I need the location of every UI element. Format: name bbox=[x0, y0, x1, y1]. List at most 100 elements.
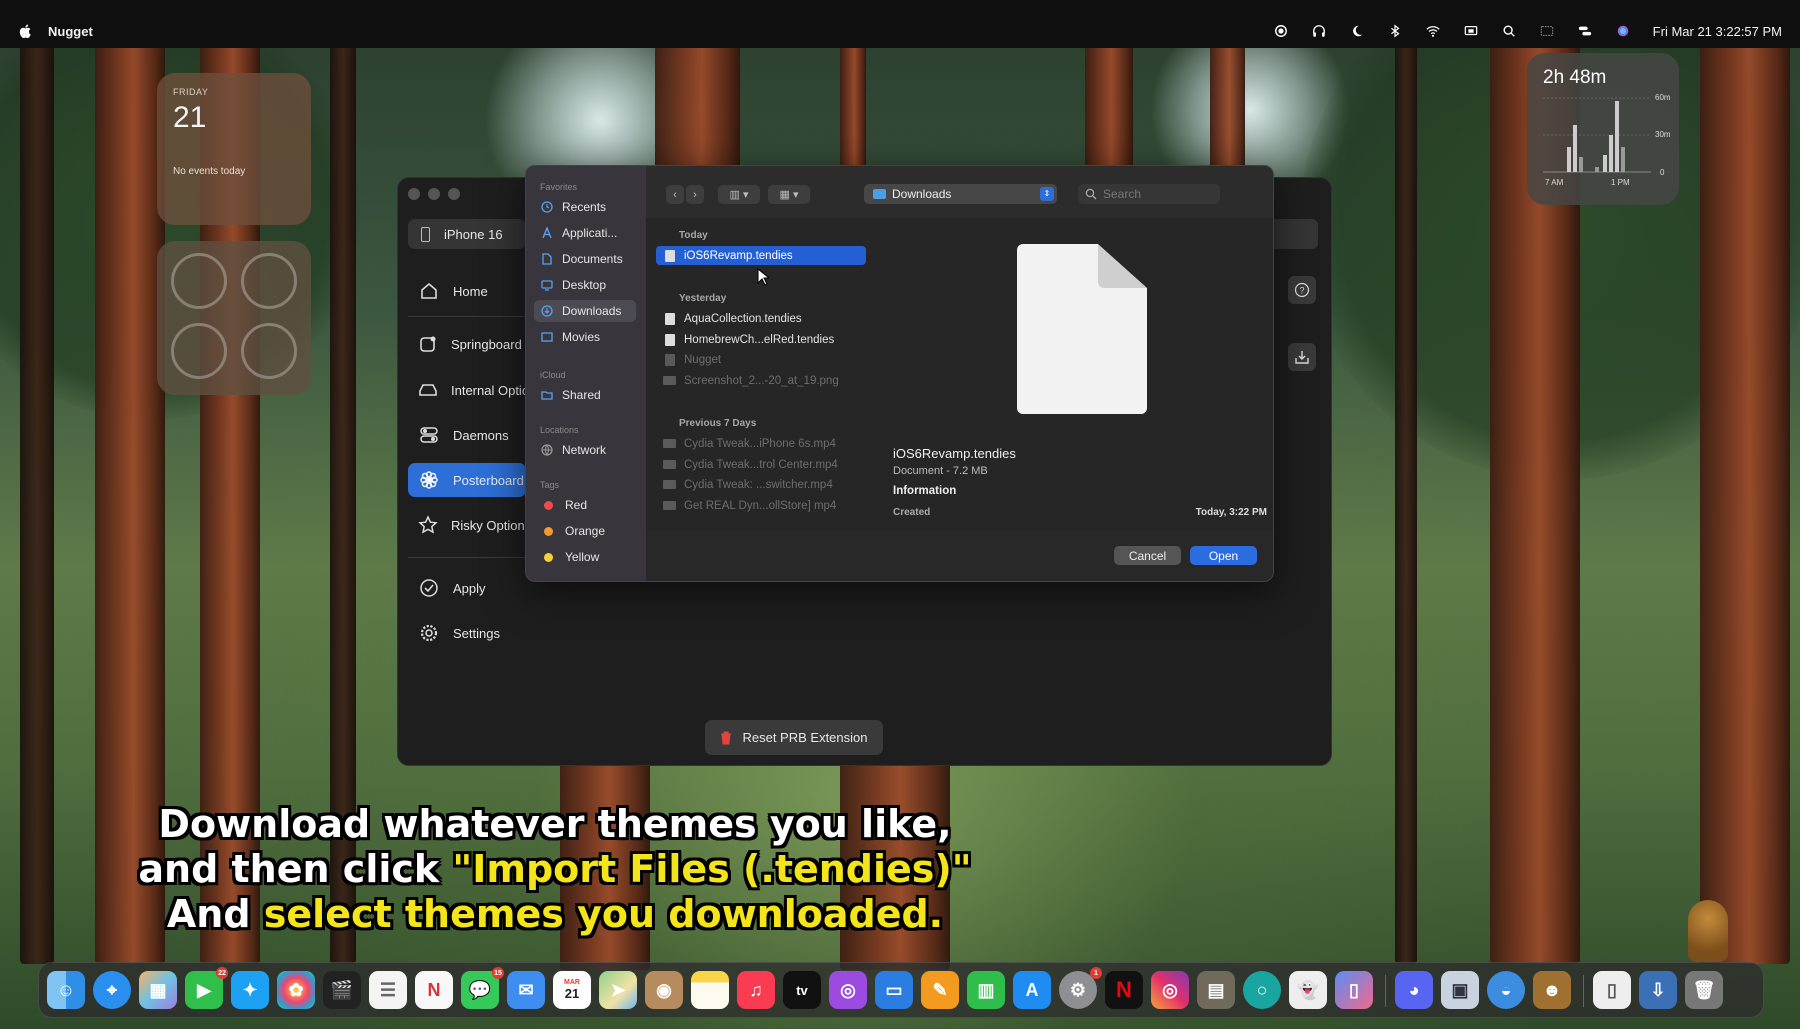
active-app-name[interactable]: Nugget bbox=[48, 24, 93, 39]
sidebar-item-network[interactable]: Network bbox=[534, 439, 636, 461]
screen-mirroring-icon[interactable] bbox=[1463, 24, 1479, 38]
back-button[interactable]: ‹ bbox=[666, 185, 684, 204]
downloads-stack-icon[interactable]: ⇩ bbox=[1639, 971, 1677, 1009]
keynote-icon[interactable]: ▭ bbox=[875, 971, 913, 1009]
view-grid-button[interactable]: ▦ ▾ bbox=[768, 185, 810, 204]
star-icon bbox=[418, 514, 438, 536]
batteries-widget[interactable] bbox=[157, 241, 311, 395]
headphones-icon[interactable] bbox=[1311, 24, 1327, 38]
sidebar-item-movies[interactable]: Movies bbox=[534, 326, 636, 348]
notes-icon[interactable] bbox=[691, 971, 729, 1009]
sidebar-item-downloads[interactable]: Downloads bbox=[534, 300, 636, 322]
netflix-icon[interactable]: N bbox=[1105, 971, 1143, 1009]
file-item[interactable]: HomebrewCh...elRed.tendies bbox=[656, 330, 866, 349]
cancel-button[interactable]: Cancel bbox=[1114, 546, 1181, 565]
sidebar-label: Orange bbox=[565, 524, 606, 538]
file-item[interactable]: AquaCollection.tendies bbox=[656, 309, 866, 328]
sidebar-tag-yellow[interactable]: Yellow bbox=[534, 546, 636, 568]
sidebar-label: Movies bbox=[562, 330, 601, 344]
iphone-mirroring-icon[interactable]: ▯ bbox=[1335, 971, 1373, 1009]
nav-apply[interactable]: Apply bbox=[408, 571, 526, 605]
import-button[interactable] bbox=[1288, 343, 1316, 371]
nav-home[interactable]: Home bbox=[408, 274, 526, 308]
contacts-icon[interactable]: ◉ bbox=[645, 971, 683, 1009]
display-icon[interactable] bbox=[1539, 24, 1555, 38]
focus-moon-icon[interactable] bbox=[1349, 24, 1365, 38]
sidebar-item-desktop[interactable]: Desktop bbox=[534, 274, 636, 296]
window-zoom-button[interactable] bbox=[448, 188, 460, 200]
device-selector[interactable]: iPhone 16 bbox=[408, 219, 526, 249]
podcasts-icon[interactable]: ◎ bbox=[829, 971, 867, 1009]
siri-icon[interactable] bbox=[1615, 24, 1631, 38]
window-minimize-button[interactable] bbox=[428, 188, 440, 200]
apple-tv-icon[interactable]: tv bbox=[783, 971, 821, 1009]
launchpad-icon[interactable]: ▦ bbox=[139, 971, 177, 1009]
sidebar-tag-red[interactable]: Red bbox=[534, 494, 636, 516]
circle-app-icon[interactable]: ○ bbox=[1243, 971, 1281, 1009]
file-name: AquaCollection.tendies bbox=[684, 312, 802, 325]
nav-risky-options[interactable]: Risky Options bbox=[408, 508, 526, 542]
menu-bar-clock[interactable]: Fri Mar 21 3:22:57 PM bbox=[1653, 24, 1782, 39]
nav-posterboard[interactable]: Posterboard bbox=[408, 463, 526, 497]
document-stack-icon[interactable]: ▯ bbox=[1593, 971, 1631, 1009]
calendar-icon[interactable]: MAR 21 bbox=[553, 971, 591, 1009]
news-icon[interactable]: N bbox=[415, 971, 453, 1009]
bluetooth-icon[interactable] bbox=[1387, 24, 1403, 38]
nav-internal-options[interactable]: Internal Options bbox=[408, 373, 526, 407]
window-close-button[interactable] bbox=[408, 188, 420, 200]
safari-icon[interactable]: ⌖ bbox=[93, 971, 131, 1009]
instagram-icon[interactable]: ◎ bbox=[1151, 971, 1189, 1009]
spotlight-search-icon[interactable] bbox=[1501, 24, 1517, 38]
open-file-dialog: Favorites Recents Applicati... Documents… bbox=[525, 165, 1274, 582]
trash-icon[interactable]: 🗑 bbox=[1685, 971, 1723, 1009]
app-store-icon[interactable]: A bbox=[1013, 971, 1051, 1009]
music-icon[interactable]: ♫ bbox=[737, 971, 775, 1009]
maps-icon[interactable]: ➤ bbox=[599, 971, 637, 1009]
qt-app-icon[interactable]: ◒ bbox=[1487, 971, 1525, 1009]
finder-icon[interactable]: ☺ bbox=[47, 971, 85, 1009]
twitter-icon[interactable]: ✦ bbox=[231, 971, 269, 1009]
app-icon bbox=[665, 353, 675, 366]
preview-app-icon[interactable]: ▣ bbox=[1441, 971, 1479, 1009]
numbers-icon[interactable]: ▥ bbox=[967, 971, 1005, 1009]
nugget-app-icon[interactable]: ☻ bbox=[1533, 971, 1571, 1009]
group-header-yesterday: Yesterday bbox=[679, 293, 727, 304]
nav-settings[interactable]: Settings bbox=[408, 616, 526, 650]
snapchat-icon[interactable]: 👻 bbox=[1289, 971, 1327, 1009]
screen-time-widget[interactable]: 2h 48m 60m 30m 0 7 AM 1 PM bbox=[1527, 53, 1679, 205]
sidebar-tag-orange[interactable]: Orange bbox=[534, 520, 636, 542]
discord-icon[interactable]: ◕ bbox=[1395, 971, 1433, 1009]
pages-icon[interactable]: ✎ bbox=[921, 971, 959, 1009]
system-settings-icon[interactable]: ⚙ 1 bbox=[1059, 967, 1102, 1009]
mascot-figure bbox=[1688, 900, 1728, 962]
photos-icon[interactable]: ✿ bbox=[277, 971, 315, 1009]
facetime-icon[interactable]: ▶ 22 bbox=[185, 967, 228, 1009]
view-columns-button[interactable]: ▥ ▾ bbox=[718, 185, 760, 204]
search-field[interactable]: Search bbox=[1078, 184, 1220, 204]
mail-icon[interactable]: ✉ bbox=[507, 971, 545, 1009]
sidebar-item-documents[interactable]: Documents bbox=[534, 248, 636, 270]
forward-button[interactable]: › bbox=[686, 185, 704, 204]
open-button[interactable]: Open bbox=[1190, 546, 1257, 565]
preview-created-label: Created bbox=[893, 507, 931, 518]
wifi-icon[interactable] bbox=[1425, 24, 1441, 38]
file-item-selected[interactable]: iOS6Revamp.tendies bbox=[656, 246, 866, 265]
location-popup[interactable]: Downloads ⇕ bbox=[864, 184, 1057, 204]
file-item-disabled: Cydia Tweak...iPhone 6s.mp4 bbox=[656, 434, 866, 453]
sidebar-item-recents[interactable]: Recents bbox=[534, 196, 636, 218]
apple-menu-icon[interactable] bbox=[18, 23, 34, 39]
nav-springboard[interactable]: Springboard Options bbox=[408, 327, 526, 361]
sidebar-item-shared[interactable]: Shared bbox=[534, 384, 636, 406]
messages-icon[interactable]: 💬 15 bbox=[461, 967, 504, 1009]
help-button[interactable]: ? bbox=[1288, 276, 1316, 304]
reset-prb-extension-button[interactable]: Reset PRB Extension bbox=[705, 720, 883, 755]
calendar-widget[interactable]: FRIDAY 21 No events today bbox=[157, 73, 311, 225]
control-center-icon[interactable] bbox=[1577, 24, 1593, 38]
reminders-icon[interactable]: ☰ bbox=[369, 971, 407, 1009]
sidebar-item-applications[interactable]: Applicati... bbox=[534, 222, 636, 244]
screen-time-total: 2h 48m bbox=[1543, 67, 1607, 88]
record-icon[interactable] bbox=[1273, 24, 1289, 38]
nav-daemons[interactable]: Daemons bbox=[408, 418, 526, 452]
final-cut-icon[interactable]: 🎬 bbox=[323, 971, 361, 1009]
disk-utility-icon[interactable]: ▤ bbox=[1197, 971, 1235, 1009]
